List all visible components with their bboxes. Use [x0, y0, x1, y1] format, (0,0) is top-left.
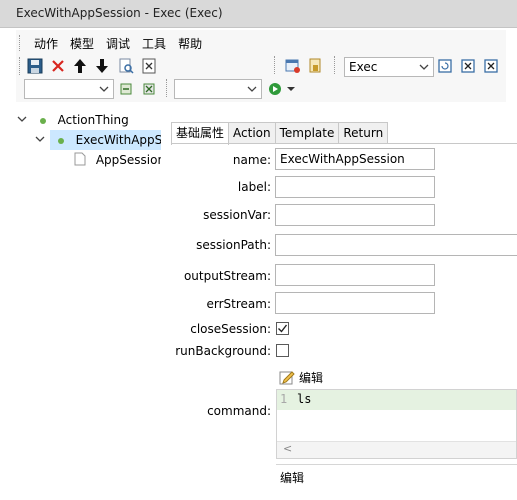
combo-2[interactable]: [174, 79, 262, 99]
menu-item-action[interactable]: 动作: [28, 36, 64, 52]
arrow-down-icon: [96, 59, 108, 73]
editor-divider: [276, 464, 517, 465]
sessionpath-label: sessionPath:: [196, 238, 271, 252]
tab-template[interactable]: Template: [274, 122, 340, 144]
menu-item-debug[interactable]: 调试: [100, 36, 136, 52]
run-button[interactable]: [266, 80, 284, 98]
refresh-icon: [120, 83, 132, 95]
errstream-field[interactable]: [275, 292, 435, 314]
tree-item-child[interactable]: ExecWithAppSession: [34, 130, 161, 150]
chevron-down-icon: [99, 86, 109, 92]
settings-icon: [285, 59, 300, 73]
runbackground-label: runBackground:: [175, 344, 271, 358]
tab-bar: 基础属性 Action Template Return: [171, 122, 389, 145]
tree-view: ActionThing ExecWithAppSession AppSessio…: [16, 106, 161, 186]
edit-bottom-link[interactable]: 编辑: [280, 469, 304, 486]
find-icon: [119, 58, 134, 74]
checkmark-icon: [278, 324, 288, 333]
tree-item-label: ExecWithAppSession: [75, 133, 161, 147]
chevron-down-icon: [247, 86, 257, 92]
sessionvar-field[interactable]: [275, 204, 435, 226]
dropdown-icon: [287, 87, 295, 91]
settings-button[interactable]: [284, 57, 302, 75]
run-dropdown-button[interactable]: [284, 80, 298, 98]
code-text: ls: [297, 392, 312, 406]
current-line-highlight: [277, 390, 516, 410]
refresh-button[interactable]: [117, 80, 135, 98]
window-icon: [438, 59, 452, 73]
move-down-button[interactable]: [93, 57, 111, 75]
arrow-up-icon: [74, 59, 86, 73]
edit-link-label: 编辑: [299, 370, 324, 385]
lock-button[interactable]: [306, 57, 324, 75]
combo-1[interactable]: [24, 79, 114, 99]
edit-icon: [279, 371, 295, 385]
document-icon: [74, 152, 86, 166]
move-up-button[interactable]: [71, 57, 89, 75]
find-button[interactable]: [117, 57, 135, 75]
xml-button[interactable]: [140, 57, 158, 75]
window-button[interactable]: [436, 57, 454, 75]
delete-button[interactable]: [49, 57, 67, 75]
command-editor[interactable]: 1 ls <: [276, 389, 517, 459]
node-icon: [39, 118, 46, 124]
tab-basic-properties[interactable]: 基础属性: [171, 122, 230, 145]
tree-item-root[interactable]: ActionThing: [16, 110, 129, 130]
tab-action[interactable]: Action: [228, 122, 276, 144]
chevron-down-icon: [35, 136, 45, 142]
closesession-checkbox[interactable]: [276, 322, 289, 335]
tree-item-grandchild[interactable]: AppSession: [74, 150, 161, 170]
config-button[interactable]: [140, 80, 158, 98]
toolbar-area: 动作 模型 调试 工具 帮助 Exec: [16, 30, 506, 102]
close-window-button[interactable]: [459, 57, 477, 75]
tree-item-label: AppSession: [95, 153, 161, 167]
menu-item-help[interactable]: 帮助: [172, 36, 208, 52]
menubar-grip[interactable]: [19, 35, 22, 51]
name-label: name:: [232, 153, 271, 167]
line-number: 1: [280, 392, 288, 406]
close-all-button[interactable]: [482, 57, 500, 75]
horizontal-scrollbar[interactable]: <: [277, 441, 516, 458]
tab-return[interactable]: Return: [338, 122, 389, 144]
toolbar-grip-3[interactable]: [334, 56, 337, 74]
sessionpath-field[interactable]: [275, 234, 517, 256]
exec-select[interactable]: Exec: [344, 57, 434, 77]
scroll-left-arrow[interactable]: <: [283, 442, 292, 455]
edit-link[interactable]: 编辑: [279, 368, 323, 386]
lock-icon: [309, 58, 321, 73]
window-title: ExecWithAppSession - Exec (Exec): [16, 6, 223, 20]
save-button[interactable]: [26, 57, 44, 75]
xml-icon: [142, 58, 156, 74]
delete-icon: [52, 60, 64, 72]
menu-item-model[interactable]: 模型: [64, 36, 100, 52]
chevron-down-icon: [17, 116, 27, 122]
close-window-icon: [461, 59, 475, 73]
run-icon: [269, 83, 281, 95]
tree-item-label: ActionThing: [57, 113, 129, 127]
save-icon: [27, 58, 43, 74]
menu-item-tools[interactable]: 工具: [136, 36, 172, 52]
runbackground-checkbox[interactable]: [276, 344, 289, 357]
command-label: command:: [207, 404, 271, 418]
label-field[interactable]: [275, 176, 435, 198]
node-icon: [57, 138, 64, 144]
chevron-down-icon: [419, 64, 429, 70]
close-all-icon: [484, 59, 498, 73]
title-bar: ExecWithAppSession - Exec (Exec): [0, 0, 517, 28]
toolbar-grip-4[interactable]: [166, 79, 169, 97]
outputstream-label: outputStream:: [183, 269, 271, 283]
errstream-label: errStream:: [206, 297, 272, 311]
menu-bar: 动作 模型 调试 工具 帮助: [28, 36, 208, 52]
outputstream-field[interactable]: [275, 264, 435, 286]
tab-divider: [171, 143, 517, 144]
closesession-label: closeSession:: [190, 322, 271, 336]
sessionvar-label: sessionVar:: [203, 208, 271, 222]
toolbar-grip[interactable]: [19, 57, 22, 75]
name-field[interactable]: ExecWithAppSession: [275, 148, 435, 170]
config-icon: [143, 83, 155, 95]
label-label: label:: [237, 180, 271, 194]
toolbar-grip-2[interactable]: [274, 56, 277, 74]
exec-select-value: Exec: [349, 60, 378, 74]
